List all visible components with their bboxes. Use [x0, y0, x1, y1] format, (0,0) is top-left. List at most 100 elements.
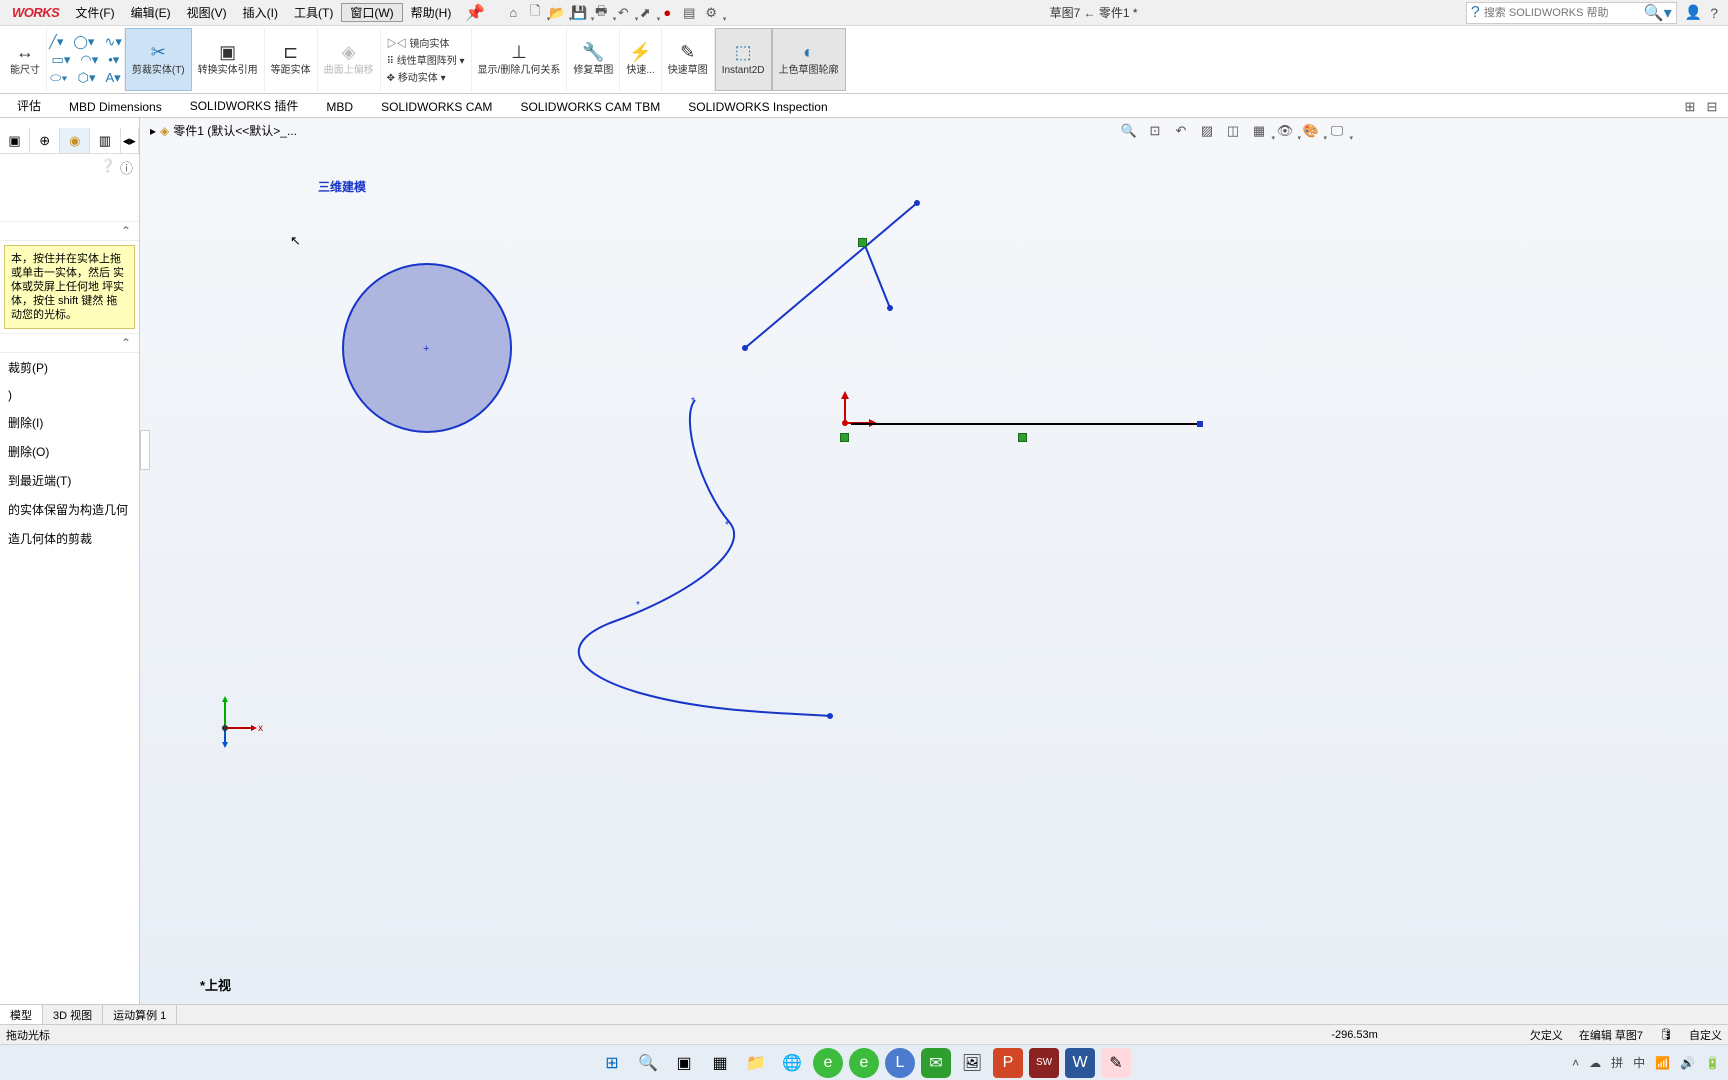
option-remove-i[interactable]: 删除(I)	[0, 408, 139, 437]
ribbon-offset[interactable]: ⊏ 等距实体	[265, 28, 318, 91]
tray-battery-icon[interactable]: 🔋	[1705, 1056, 1720, 1070]
panel-collapse-1[interactable]: ⌃	[0, 221, 139, 241]
status-custom[interactable]: 自定义	[1689, 1027, 1722, 1043]
panel-tab-3[interactable]: ◉	[60, 128, 90, 153]
breadcrumb[interactable]: ▸ ◈ 零件1 (默认<<默认>_...	[150, 122, 297, 139]
search-input[interactable]	[1484, 7, 1644, 19]
circle-icon[interactable]: ◯▾	[73, 34, 94, 50]
panel-info-icon[interactable]: ⓘ	[120, 158, 133, 177]
status-unit-icon[interactable]: 🛢	[1659, 1028, 1673, 1041]
ribbon-convert[interactable]: ▣ 转换实体引用	[192, 28, 265, 91]
ribbon-pattern[interactable]: ⠿ 线性草图阵列 ▾	[387, 52, 465, 67]
tab-sw-cam[interactable]: SOLIDWORKS CAM	[368, 96, 505, 117]
scene-icon[interactable]: 🖵	[1326, 120, 1348, 142]
search-icon[interactable]: 🔍▾	[1644, 3, 1672, 23]
save-icon[interactable]: 💾	[569, 3, 589, 23]
tab-evaluate[interactable]: 评估	[4, 93, 54, 117]
panel-tab-nav[interactable]: ◂▸	[121, 128, 139, 153]
ribbon-repair[interactable]: 🔧 修复草图	[567, 28, 620, 91]
constraint-marker-2[interactable]	[840, 433, 849, 442]
text-icon[interactable]: A▾	[105, 70, 120, 86]
view-tab-3d[interactable]: 3D 视图	[43, 1005, 103, 1024]
graphics-canvas[interactable]: ▸ ◈ 零件1 (默认<<默认>_... 🔍 ⊡ ↶ ▨ ◫ ▦ 👁 🎨 🖵 三…	[140, 118, 1728, 1004]
tab-mbd[interactable]: MBD	[313, 96, 366, 117]
taskbar-widgets-icon[interactable]: ▦	[705, 1048, 735, 1078]
tray-ime-lang[interactable]: 中	[1633, 1054, 1645, 1071]
menu-file[interactable]: 文件(F)	[67, 4, 122, 21]
option-construct-trim[interactable]: 造几何体的剪裁	[0, 524, 139, 553]
panel-collapse-2[interactable]: ⌃	[0, 333, 139, 353]
taskbar-edge-icon[interactable]: 🌐	[777, 1048, 807, 1078]
tab-mbd-dimensions[interactable]: MBD Dimensions	[56, 96, 175, 117]
tab-collapse-icon[interactable]: ⊟	[1702, 97, 1722, 117]
taskbar-taskview-icon[interactable]: ▣	[669, 1048, 699, 1078]
orient-icon[interactable]: ◫	[1222, 120, 1244, 142]
ribbon-instant2d[interactable]: ⬚ Instant2D	[715, 28, 772, 91]
panel-help-icon[interactable]: ❔	[100, 158, 116, 177]
constraint-marker-3[interactable]	[1018, 433, 1027, 442]
new-doc-icon[interactable]: 🗋	[525, 3, 545, 23]
taskbar-word-icon[interactable]: W	[1065, 1048, 1095, 1078]
option-trim-p[interactable]: 裁剪(P)	[0, 353, 139, 382]
zoom-fit-icon[interactable]: 🔍	[1118, 120, 1140, 142]
arc-icon[interactable]: ◠▾	[80, 52, 98, 68]
spline-icon[interactable]: ∿▾	[104, 34, 121, 50]
option-blank[interactable]: )	[0, 382, 139, 408]
slot-icon[interactable]: ⬭▾	[50, 70, 67, 86]
appearance-icon[interactable]: 🎨	[1300, 120, 1322, 142]
polygon-icon[interactable]: ⬡▾	[78, 70, 96, 86]
taskbar-app2-icon[interactable]: e	[849, 1048, 879, 1078]
menu-view[interactable]: 视图(V)	[179, 4, 235, 21]
section-icon[interactable]: ▨	[1196, 120, 1218, 142]
expand-icon[interactable]: ▸	[150, 124, 156, 138]
taskbar-app3-icon[interactable]: L	[885, 1048, 915, 1078]
menu-edit[interactable]: 编辑(E)	[123, 4, 179, 21]
taskbar-search-icon[interactable]: 🔍	[633, 1048, 663, 1078]
open-icon[interactable]: 📂	[547, 3, 567, 23]
option-keep-construct[interactable]: 的实体保留为构造几何	[0, 495, 139, 524]
panel-tab-2[interactable]: ⊕	[30, 128, 60, 153]
taskbar-powerpoint-icon[interactable]: P	[993, 1048, 1023, 1078]
tray-volume-icon[interactable]: 🔊	[1680, 1056, 1695, 1070]
view-tab-model[interactable]: 模型	[0, 1005, 43, 1024]
tab-sw-cam-tbm[interactable]: SOLIDWORKS CAM TBM	[507, 96, 673, 117]
menu-window[interactable]: 窗口(W)	[341, 3, 402, 22]
user-icon[interactable]: 👤	[1685, 4, 1702, 21]
undo-icon[interactable]: ↶	[613, 3, 633, 23]
hide-show-icon[interactable]: 👁	[1274, 120, 1296, 142]
tray-ime-pin[interactable]: 拼	[1611, 1054, 1623, 1071]
search-box[interactable]: ? 🔍▾	[1466, 2, 1677, 24]
rect-icon[interactable]: ▭▾	[52, 52, 71, 68]
constraint-marker-1[interactable]	[858, 238, 867, 247]
option-nearest[interactable]: 到最近端(T)	[0, 466, 139, 495]
prev-view-icon[interactable]: ↶	[1170, 120, 1192, 142]
ribbon-shade-contour[interactable]: ◐ 上色草图轮廓	[772, 28, 846, 91]
ribbon-smart-dimension[interactable]: ↔ 能尺寸	[4, 28, 47, 91]
tab-expand-icon[interactable]: ⊞	[1680, 97, 1700, 117]
taskbar-app1-icon[interactable]: e	[813, 1048, 843, 1078]
line-icon[interactable]: ╱▾	[49, 34, 63, 50]
panel-tab-1[interactable]: ▣	[0, 128, 30, 153]
menu-tools[interactable]: 工具(T)	[286, 4, 341, 21]
tab-sw-addins[interactable]: SOLIDWORKS 插件	[177, 93, 312, 117]
taskbar-app4-icon[interactable]: ✉	[921, 1048, 951, 1078]
taskbar-solidworks-icon[interactable]: SW	[1029, 1048, 1059, 1078]
panel-tab-4[interactable]: ▥	[90, 128, 120, 153]
print-icon[interactable]: 🖶	[591, 3, 611, 23]
taskbar-app6-icon[interactable]: ✎	[1101, 1048, 1131, 1078]
option-remove-o[interactable]: 删除(O)	[0, 437, 139, 466]
display-style-icon[interactable]: ▦	[1248, 120, 1270, 142]
ribbon-trim[interactable]: ✂ 剪裁实体(T)	[125, 28, 192, 91]
splitter-handle[interactable]	[140, 430, 150, 470]
tab-sw-inspection[interactable]: SOLIDWORKS Inspection	[675, 96, 840, 117]
view-tab-motion[interactable]: 运动算例 1	[103, 1005, 177, 1024]
point-icon[interactable]: •▾	[108, 52, 119, 68]
tray-onedrive-icon[interactable]: ☁	[1589, 1056, 1601, 1070]
taskbar-app5-icon[interactable]: 🖼	[957, 1048, 987, 1078]
menu-insert[interactable]: 插入(I)	[235, 4, 286, 21]
help-question-icon[interactable]: ?	[1710, 5, 1718, 21]
rebuild-icon[interactable]: ●	[657, 3, 677, 23]
ribbon-mirror[interactable]: ▷◁ 镜向实体	[387, 35, 450, 50]
ribbon-rapid-sketch[interactable]: ✎ 快速草图	[662, 28, 715, 91]
home-icon[interactable]: ⌂	[503, 3, 523, 23]
